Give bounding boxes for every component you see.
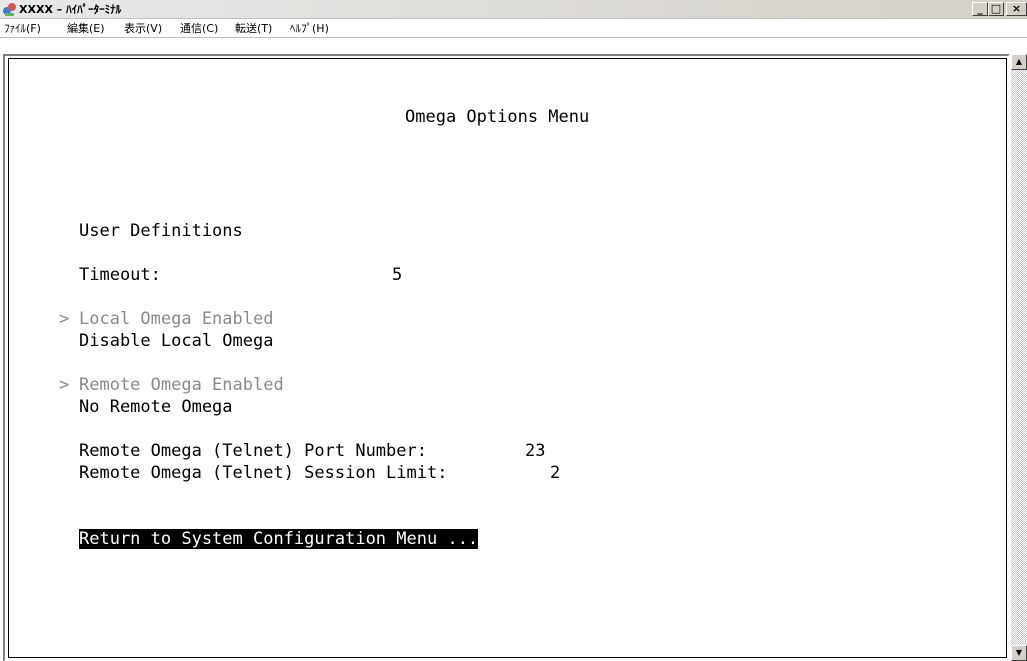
menu-view[interactable]: 表示(V) <box>124 21 162 36</box>
menu-edit[interactable]: 編集(E) <box>67 21 105 36</box>
terminal-screen[interactable]: Omega Options Menu User Definitions Time… <box>8 58 1007 658</box>
menu-file[interactable]: ﾌｧｲﾙ(F) <box>4 21 41 36</box>
remote-omega-selector: > <box>59 375 70 395</box>
close-button[interactable]: × <box>1006 2 1027 16</box>
port-number-value: 23 <box>525 441 546 461</box>
local-omega-selector: > <box>59 309 70 329</box>
session-limit-label[interactable]: Remote Omega (Telnet) Session Limit: <box>79 463 447 483</box>
disable-local-omega-option[interactable]: Disable Local Omega <box>79 331 273 351</box>
no-remote-omega-option[interactable]: No Remote Omega <box>79 397 233 417</box>
remote-omega-enabled-option[interactable]: Remote Omega Enabled <box>79 375 284 395</box>
menu-heading: Omega Options Menu <box>405 107 590 127</box>
timeout-value: 5 <box>392 265 403 285</box>
maximize-button[interactable]: □ <box>988 2 1004 16</box>
window-title-bar[interactable]: XXXX – ﾊｲﾊﾟｰﾀｰﾐﾅﾙ _ □ × <box>0 0 1027 19</box>
terminal-frame: Omega Options Menu User Definitions Time… <box>0 38 1027 661</box>
vertical-scrollbar[interactable] <box>1011 54 1027 661</box>
session-limit-value: 2 <box>550 463 561 483</box>
user-definitions-item[interactable]: User Definitions <box>79 221 243 241</box>
scroll-up-arrow-icon[interactable]: ▲ <box>1011 54 1027 70</box>
menu-call[interactable]: 通信(C) <box>180 21 218 36</box>
hyperterminal-icon <box>3 3 16 16</box>
menu-transfer[interactable]: 転送(T) <box>235 21 272 36</box>
local-omega-enabled-option[interactable]: Local Omega Enabled <box>79 309 273 329</box>
port-number-label[interactable]: Remote Omega (Telnet) Port Number: <box>79 441 427 461</box>
minimize-button[interactable]: _ <box>972 2 988 16</box>
timeout-label[interactable]: Timeout: <box>79 265 161 285</box>
menu-help[interactable]: ﾍﾙﾌﾟ(H) <box>290 21 329 36</box>
menu-bar: ﾌｧｲﾙ(F) 編集(E) 表示(V) 通信(C) 転送(T) ﾍﾙﾌﾟ(H) <box>0 19 1027 38</box>
scroll-down-arrow-icon[interactable]: ▼ <box>1011 645 1027 661</box>
window-title: XXXX – ﾊｲﾊﾟｰﾀｰﾐﾅﾙ <box>19 3 122 16</box>
return-to-system-config-item[interactable]: Return to System Configuration Menu ... <box>79 529 479 549</box>
